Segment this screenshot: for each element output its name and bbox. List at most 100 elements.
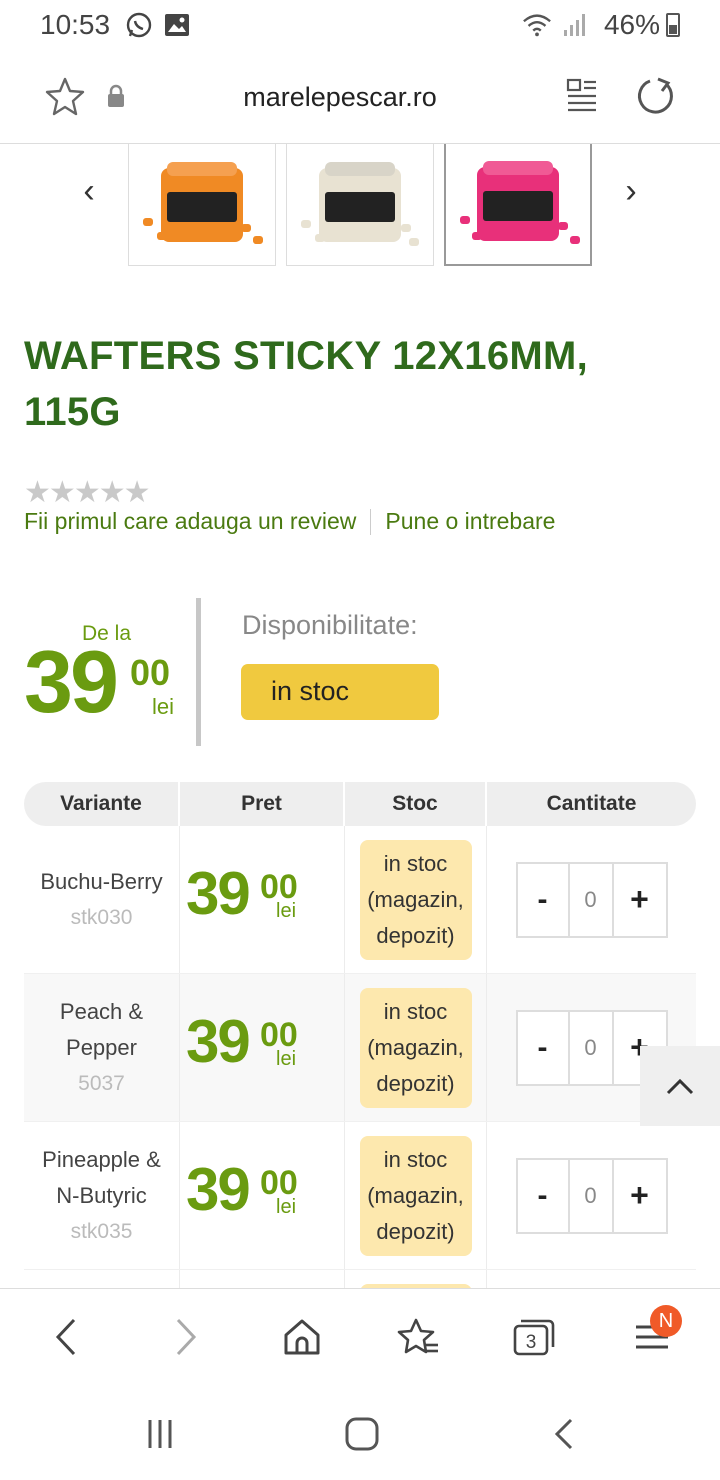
header-price: Pret	[180, 782, 345, 826]
gallery-next-button[interactable]: ›	[616, 172, 646, 211]
whatsapp-icon	[124, 10, 154, 40]
back-icon[interactable]	[44, 1315, 88, 1359]
jar-image	[161, 161, 243, 242]
jar-image	[319, 161, 401, 242]
variant-cell: Peach & Pepper 5037	[24, 974, 180, 1121]
price-cell: 39 00 lei	[180, 826, 345, 973]
status-time: 10:53	[40, 9, 111, 40]
add-review-link[interactable]: Fii primul care adauga un review	[24, 508, 356, 535]
forward-icon[interactable]	[164, 1315, 208, 1359]
stock-cell: in stoc (magazin, depozit)	[345, 826, 487, 973]
scroll-to-top-button[interactable]	[640, 1046, 720, 1126]
stock-cell: in stoc (magazin, depozit)	[345, 1122, 487, 1269]
price-integer: 39	[186, 1008, 251, 1075]
product-gallery: ‹ ›	[0, 144, 720, 268]
increase-button[interactable]: +	[614, 1160, 666, 1232]
url-text[interactable]: marelepescar.ro	[200, 82, 480, 113]
variant-name: Peach & Pepper	[59, 998, 144, 1060]
price-currency: lei	[276, 900, 297, 922]
stock-badge: in stoc (magazin, depozit)	[359, 987, 472, 1108]
quantity-cell: - 0 +	[487, 1122, 696, 1269]
thumbnail-pink[interactable]	[444, 144, 592, 266]
price-integer: 39	[186, 860, 251, 927]
table-row: Pineapple & N-Butyric stk035 39 00 lei i…	[24, 1122, 696, 1270]
wifi-icon	[522, 10, 552, 40]
price-cell: 39 00 lei	[180, 974, 345, 1121]
browser-toolbar: 3 N	[0, 1288, 720, 1384]
stock-badge: in stoc (magazin, depozit)	[359, 1135, 472, 1256]
price-cents: 00	[130, 652, 171, 693]
ask-question-link[interactable]: Pune o intrebare	[385, 508, 555, 535]
quantity-stepper: - 0 +	[515, 861, 668, 938]
header-variant: Variante	[24, 782, 180, 826]
star-icon: ★	[123, 476, 151, 509]
thumbnail-white[interactable]	[286, 144, 434, 266]
quantity-input[interactable]: 0	[570, 1011, 614, 1084]
quantity-input[interactable]: 0	[570, 863, 614, 936]
rating-stars: ★ ★ ★ ★ ★	[24, 476, 151, 509]
chevron-up-icon	[666, 1078, 694, 1095]
variant-name: Buchu-Berry	[40, 868, 163, 894]
product-title: WAFTERS STICKY 12X16MM, 115G	[24, 334, 589, 434]
thumbnail-orange[interactable]	[128, 144, 276, 266]
star-icon: ★	[98, 476, 126, 509]
stock-badge: in stoc (magazin, depozit)	[359, 839, 472, 960]
table-header: Variante Pret Stoc Cantitate	[24, 782, 696, 826]
variant-code: stk030	[70, 905, 133, 929]
system-back-icon[interactable]	[544, 1414, 584, 1454]
availability-label: Disponibilitate:	[242, 610, 418, 640]
variant-cell: Pineapple & N-Butyric stk035	[24, 1122, 180, 1269]
reader-mode-icon[interactable]	[566, 78, 598, 117]
home-button-icon[interactable]	[342, 1414, 382, 1454]
table-row: Buchu-Berry stk030 39 00 lei in stoc (ma…	[24, 826, 696, 974]
battery-percent: 46%	[603, 9, 660, 40]
star-icon: ★	[24, 476, 51, 509]
bookmarks-icon[interactable]	[396, 1315, 440, 1359]
availability-badge: in stoc	[241, 664, 439, 720]
increase-button[interactable]: +	[614, 864, 666, 936]
lock-icon	[106, 84, 126, 113]
svg-text:3: 3	[526, 1332, 537, 1353]
variant-name: Pineapple & N-Butyric	[42, 1146, 161, 1208]
gallery-prev-button[interactable]: ‹	[74, 172, 104, 211]
signal-icon	[560, 10, 590, 40]
header-quantity: Cantitate	[546, 792, 637, 815]
stock-cell: in stoc (magazin, depozit)	[345, 974, 487, 1121]
gallery-icon	[162, 10, 192, 40]
price-integer: 39	[186, 1156, 251, 1223]
quantity-cell: - 0 +	[487, 826, 696, 973]
star-icon: ★	[48, 476, 76, 509]
price-currency: lei	[152, 694, 175, 719]
header-stock: Stoc	[345, 782, 487, 826]
price-currency: lei	[276, 1048, 297, 1070]
variant-code: 5037	[78, 1071, 125, 1095]
bookmark-star-icon[interactable]	[44, 76, 86, 121]
price-currency: lei	[276, 1196, 297, 1218]
price-cell: 39 00 lei	[180, 1122, 345, 1269]
decrease-button[interactable]: -	[518, 863, 570, 936]
reload-icon[interactable]	[636, 76, 676, 121]
star-icon: ★	[73, 476, 101, 509]
price-integer: 39	[24, 632, 119, 731]
table-row-partial	[24, 1270, 696, 1294]
table-row: Peach & Pepper 5037 39 00 lei in stoc (m…	[24, 974, 696, 1122]
tabs-icon[interactable]: 3	[512, 1315, 556, 1359]
divider	[196, 598, 201, 746]
variant-cell: Buchu-Berry stk030	[24, 826, 180, 973]
decrease-button[interactable]: -	[518, 1159, 570, 1232]
quantity-input[interactable]: 0	[570, 1159, 614, 1232]
system-navigation	[0, 1384, 720, 1480]
divider	[370, 508, 372, 535]
recent-apps-icon[interactable]	[140, 1414, 180, 1454]
decrease-button[interactable]: -	[518, 1011, 570, 1084]
battery-icon	[666, 13, 680, 37]
review-links: Fii primul care adauga un review Pune o …	[24, 508, 555, 535]
notification-badge: N	[650, 1305, 682, 1337]
jar-image	[477, 161, 559, 241]
home-icon[interactable]	[280, 1315, 324, 1359]
variant-code: stk035	[70, 1219, 133, 1243]
browser-url-bar: marelepescar.ro	[0, 50, 720, 144]
status-bar: 10:53 46%	[0, 0, 720, 50]
quantity-stepper: - 0 +	[515, 1157, 668, 1234]
variants-table: Variante Pret Stoc Cantitate Buchu-Berry…	[24, 782, 696, 1270]
